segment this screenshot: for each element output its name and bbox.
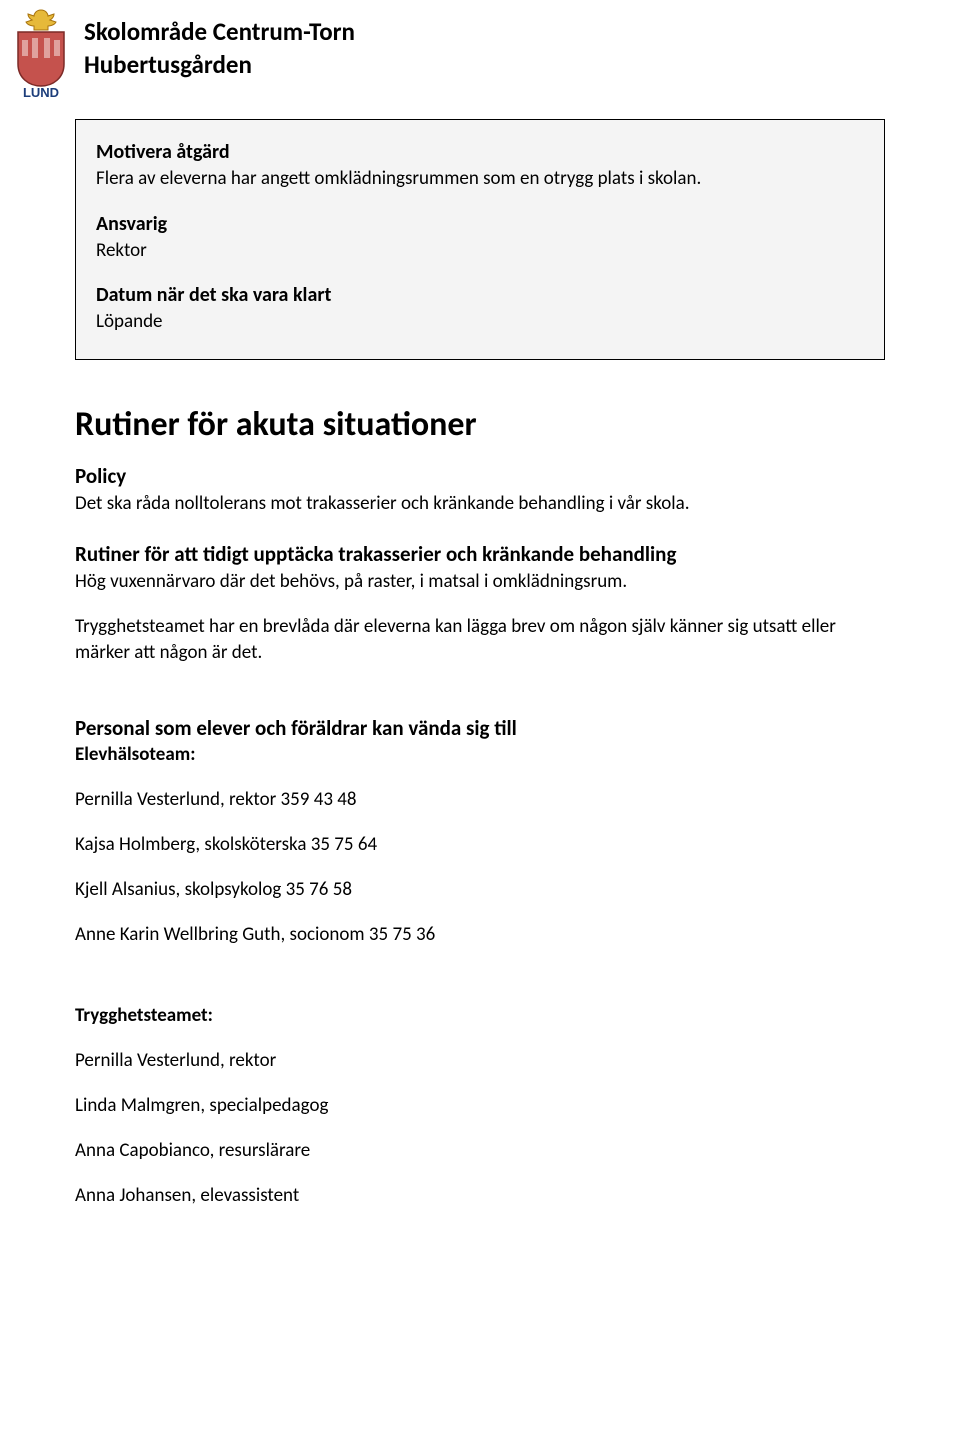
lund-logo: LUND bbox=[8, 8, 74, 103]
contact-item: Anna Capobianco, resurslärare bbox=[75, 1139, 885, 1162]
logo-text: LUND bbox=[23, 85, 59, 98]
contact-item: Pernilla Vesterlund, rektor 359 43 48 bbox=[75, 788, 885, 811]
rutiner-heading: Rutiner för att tidigt upptäcka trakasse… bbox=[75, 541, 885, 567]
motivera-text: Flera av eleverna har angett omklädnings… bbox=[96, 166, 864, 192]
contact-item: Pernilla Vesterlund, rektor bbox=[75, 1049, 885, 1072]
info-box: Motivera åtgärd Flera av eleverna har an… bbox=[75, 119, 885, 360]
ansvarig-heading: Ansvarig bbox=[96, 212, 864, 236]
header-line-1: Skolområde Centrum-Torn bbox=[84, 16, 355, 49]
personal-heading: Personal som elever och föräldrar kan vä… bbox=[75, 715, 885, 741]
contact-item: Anna Johansen, elevassistent bbox=[75, 1184, 885, 1207]
trygghet-heading: Trygghetsteamet: bbox=[75, 1004, 885, 1027]
ansvarig-text: Rektor bbox=[96, 238, 864, 264]
content-area: Motivera åtgärd Flera av eleverna har an… bbox=[0, 119, 960, 1247]
contact-item: Linda Malmgren, specialpedagog bbox=[75, 1094, 885, 1117]
header-line-2: Hubertusgården bbox=[84, 49, 355, 82]
policy-heading: Policy bbox=[75, 463, 885, 489]
policy-text: Det ska råda nolltolerans mot trakasseri… bbox=[75, 491, 885, 517]
page-header: LUND Skolområde Centrum-Torn Hubertusgår… bbox=[0, 0, 960, 103]
page-title: Rutiner för akuta situationer bbox=[75, 404, 885, 445]
header-text: Skolområde Centrum-Torn Hubertusgården bbox=[84, 8, 355, 81]
contact-item: Kajsa Holmberg, skolsköterska 35 75 64 bbox=[75, 833, 885, 856]
rutiner-text-1: Hög vuxennärvaro där det behövs, på rast… bbox=[75, 569, 885, 595]
contact-item: Kjell Alsanius, skolpsykolog 35 76 58 bbox=[75, 878, 885, 901]
elevhalso-heading: Elevhälsoteam: bbox=[75, 743, 885, 766]
motivera-heading: Motivera åtgärd bbox=[96, 140, 864, 164]
datum-heading: Datum när det ska vara klart bbox=[96, 283, 864, 307]
contact-item: Anne Karin Wellbring Guth, socionom 35 7… bbox=[75, 923, 885, 946]
datum-text: Löpande bbox=[96, 309, 864, 335]
rutiner-text-2: Trygghetsteamet har en brevlåda där elev… bbox=[75, 614, 885, 665]
